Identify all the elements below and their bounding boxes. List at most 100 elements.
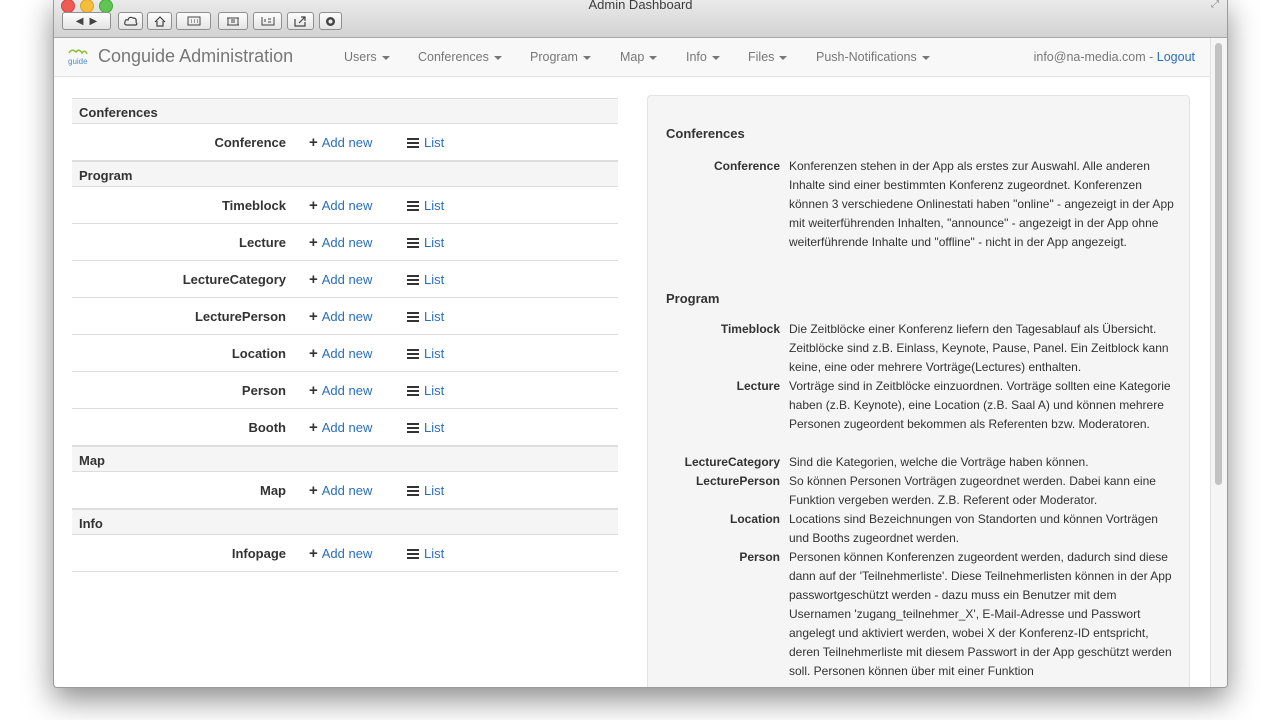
- cloud-button[interactable]: [118, 12, 143, 30]
- add-new-link[interactable]: + Add new: [309, 272, 372, 287]
- section-header: Map: [72, 446, 618, 472]
- help-description: Locations sind Bezeichnungen von Standor…: [789, 512, 1158, 545]
- bookmarks-icon: [227, 17, 239, 26]
- list-link[interactable]: List: [407, 546, 444, 561]
- nav-map[interactable]: Map: [620, 50, 658, 64]
- table-row: Infopage + Add new List: [72, 535, 618, 572]
- desktop: Admin Dashboard ⤢ ◀ ▶ guide Conguide Adm…: [0, 0, 1280, 720]
- plus-icon: +: [309, 234, 318, 251]
- scrollbar-thumb[interactable]: [1215, 43, 1222, 485]
- nav-files-label: Files: [748, 50, 775, 64]
- table-row: LectureCategory + Add new List: [72, 261, 618, 298]
- block-icon: [326, 16, 335, 26]
- help-description: Die Zeitblöcke einer Konferenz liefern d…: [789, 322, 1169, 374]
- back-icon[interactable]: ◀: [76, 16, 84, 27]
- nav-program[interactable]: Program: [530, 50, 591, 64]
- reader-button[interactable]: [253, 12, 282, 30]
- list-icon: [407, 275, 419, 285]
- plus-icon: +: [309, 482, 318, 499]
- list-icon: [407, 138, 419, 148]
- logout-link[interactable]: Logout: [1157, 50, 1195, 64]
- entity-name: Location: [231, 346, 286, 361]
- list-link[interactable]: List: [407, 135, 444, 150]
- add-new-label: Add new: [321, 346, 373, 361]
- caret-down-icon: [381, 55, 390, 60]
- add-new-label: Add new: [321, 420, 373, 435]
- list-icon: [407, 312, 419, 322]
- list-link[interactable]: List: [407, 383, 444, 398]
- back-forward-button[interactable]: ◀ ▶: [62, 12, 111, 30]
- help-term: LectureCategory: [684, 455, 780, 469]
- entity-name: Person: [241, 383, 286, 398]
- user-info: info@na-media.com - Logout: [1034, 50, 1195, 64]
- title-bar: Admin Dashboard ⤢ ◀ ▶: [54, 0, 1227, 38]
- list-link[interactable]: List: [407, 272, 444, 287]
- help-description: Vorträge sind in Zeitblöcke einzuordnen.…: [789, 379, 1171, 431]
- brand[interactable]: guide Conguide Administration: [66, 46, 293, 67]
- plus-icon: +: [309, 197, 318, 214]
- svg-text:guide: guide: [68, 57, 88, 66]
- conguide-logo-icon: guide: [66, 47, 90, 67]
- nav-files[interactable]: Files: [748, 50, 788, 64]
- caret-down-icon: [921, 55, 930, 60]
- list-link[interactable]: List: [407, 235, 444, 250]
- entity-name: Infopage: [231, 546, 286, 561]
- list-label: List: [424, 383, 445, 398]
- caret-down-icon: [649, 55, 658, 60]
- add-new-label: Add new: [321, 309, 373, 324]
- list-icon: [407, 486, 419, 496]
- top-sites-button[interactable]: [176, 12, 211, 30]
- nav-info[interactable]: Info: [686, 50, 720, 64]
- forward-icon[interactable]: ▶: [90, 16, 98, 27]
- list-label: List: [424, 420, 445, 435]
- add-new-link[interactable]: + Add new: [309, 135, 372, 150]
- navbar: guide Conguide Administration Users Conf…: [54, 38, 1211, 77]
- list-link[interactable]: List: [407, 309, 444, 324]
- list-icon: [407, 423, 419, 433]
- add-new-link[interactable]: + Add new: [309, 235, 372, 250]
- nav-push-notifications[interactable]: Push-Notifications: [816, 50, 930, 64]
- entity-name: Conference: [214, 135, 286, 150]
- add-new-link[interactable]: + Add new: [309, 198, 372, 213]
- brand-title[interactable]: Conguide Administration: [98, 46, 293, 67]
- list-label: List: [424, 272, 445, 287]
- entity-name: Map: [260, 483, 286, 498]
- caret-down-icon: [582, 55, 591, 60]
- entity-name: LecturePerson: [194, 309, 286, 324]
- help-section-title: Conferences: [666, 126, 745, 141]
- add-new-link[interactable]: + Add new: [309, 346, 372, 361]
- fullscreen-icon[interactable]: ⤢: [1211, 0, 1219, 10]
- nav-info-label: Info: [686, 50, 707, 64]
- plus-icon: +: [309, 345, 318, 362]
- add-new-link[interactable]: + Add new: [309, 483, 372, 498]
- list-label: List: [424, 235, 445, 250]
- bookmarks-button[interactable]: [218, 12, 248, 30]
- scrollbar[interactable]: [1210, 38, 1227, 687]
- browser-window: Admin Dashboard ⤢ ◀ ▶ guide Conguide Adm…: [53, 0, 1228, 688]
- list-link[interactable]: List: [407, 483, 444, 498]
- add-new-link[interactable]: + Add new: [309, 546, 372, 561]
- help-term: Conference: [713, 159, 780, 173]
- entity-name: LectureCategory: [182, 272, 286, 287]
- table-row: Conference + Add new List: [72, 124, 618, 161]
- table-row: Booth + Add new List: [72, 409, 618, 446]
- home-button[interactable]: [147, 12, 172, 30]
- table-row: Timeblock + Add new List: [72, 187, 618, 224]
- plus-icon: +: [309, 308, 318, 325]
- list-link[interactable]: List: [407, 346, 444, 361]
- add-new-label: Add new: [321, 235, 373, 250]
- add-new-link[interactable]: + Add new: [309, 420, 372, 435]
- add-new-link[interactable]: + Add new: [309, 309, 372, 324]
- help-section-title: Program: [666, 291, 720, 306]
- nav-conferences[interactable]: Conferences: [418, 50, 502, 64]
- list-link[interactable]: List: [407, 198, 444, 213]
- section-header: Conferences: [72, 98, 618, 124]
- share-button[interactable]: [287, 12, 314, 30]
- add-new-link[interactable]: + Add new: [309, 383, 372, 398]
- nav-conferences-label: Conferences: [418, 50, 489, 64]
- section-header: Program: [72, 161, 618, 187]
- block-button[interactable]: [319, 12, 342, 30]
- nav-users[interactable]: Users: [344, 50, 390, 64]
- caret-down-icon: [779, 55, 788, 60]
- list-link[interactable]: List: [407, 420, 444, 435]
